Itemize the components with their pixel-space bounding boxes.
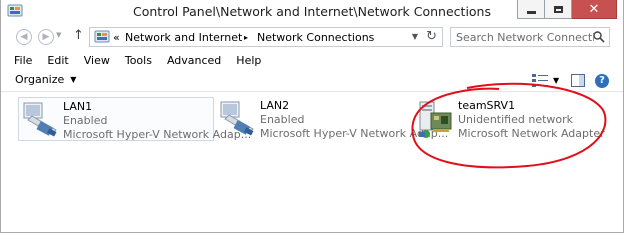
close-icon: ✕ <box>588 1 600 17</box>
forward-button[interactable]: ▶ <box>38 29 54 45</box>
connection-status: Unidentified network <box>458 113 574 126</box>
up-arrow-icon[interactable]: ↑ <box>73 28 84 43</box>
breadcrumb-separator-icon[interactable]: ▸ <box>244 33 248 42</box>
connection-tile-lan1[interactable]: LAN1 Enabled Microsoft Hyper-V Network A… <box>18 97 251 141</box>
content-scroll-gutter <box>609 92 623 232</box>
recent-locations-dropdown-icon[interactable]: ▼ <box>56 31 61 39</box>
organize-label: Organize <box>15 73 65 86</box>
connection-adapter: Microsoft Network Adapter Multi... <box>458 127 623 140</box>
view-options-dropdown-icon[interactable]: ▼ <box>553 76 559 85</box>
preview-pane-icon[interactable] <box>571 74 585 87</box>
command-bar: Organize ▼ ▼ ? <box>1 70 623 92</box>
connection-details: teamSRV1 Unidentified network Microsoft … <box>458 99 623 141</box>
network-adapter-icon <box>23 102 57 137</box>
breadcrumb-overflow[interactable]: « <box>113 31 120 44</box>
control-panel-icon <box>94 30 110 43</box>
maximize-button[interactable] <box>545 0 572 19</box>
back-button[interactable]: ◀ <box>16 29 32 45</box>
caption-buttons: ✕ <box>517 0 617 20</box>
organize-button[interactable]: Organize ▼ <box>15 73 76 86</box>
connections-view: LAN1 Enabled Microsoft Hyper-V Network A… <box>1 92 623 232</box>
refresh-icon[interactable]: ↻ <box>426 29 437 44</box>
maximize-icon <box>553 5 563 13</box>
connection-name: teamSRV1 <box>458 99 516 112</box>
menu-help[interactable]: Help <box>228 52 268 70</box>
menu-advanced[interactable]: Advanced <box>159 52 228 70</box>
address-dropdown-icon[interactable]: ▼ <box>412 32 418 41</box>
menu-file[interactable]: File <box>1 52 39 70</box>
navigation-bar: ◀ ▶ ▼ ↑ « Network and Internet ▸ Network… <box>1 26 623 50</box>
search-box[interactable] <box>450 27 610 47</box>
search-input[interactable] <box>451 28 594 46</box>
network-adapter-icon <box>220 101 254 136</box>
menu-edit[interactable]: Edit <box>39 52 75 70</box>
explorer-window: Control Panel\Network and Internet\Netwo… <box>0 0 624 233</box>
help-icon[interactable]: ? <box>595 74 609 88</box>
menu-bar: File Edit View Tools Advanced Help <box>1 52 623 70</box>
minimize-button[interactable] <box>517 0 545 19</box>
connection-tile-lan2[interactable]: LAN2 Enabled Microsoft Hyper-V Network A… <box>216 97 448 141</box>
menu-tools[interactable]: Tools <box>117 52 159 70</box>
back-arrow-icon: ◀ <box>20 31 28 42</box>
search-icon[interactable] <box>593 31 605 43</box>
change-view-icon[interactable] <box>532 74 548 87</box>
title-bar[interactable]: Control Panel\Network and Internet\Netwo… <box>1 0 623 24</box>
menu-view[interactable]: View <box>76 52 117 70</box>
connection-tile-teamsrv1[interactable]: teamSRV1 Unidentified network Microsoft … <box>414 97 623 141</box>
forward-arrow-icon: ▶ <box>42 31 50 42</box>
close-button[interactable]: ✕ <box>572 0 617 19</box>
breadcrumb-network-and-internet[interactable]: Network and Internet <box>125 31 242 44</box>
minimize-icon <box>526 10 536 14</box>
chevron-down-icon: ▼ <box>70 75 77 84</box>
address-bar[interactable]: « Network and Internet ▸ Network Connect… <box>89 27 443 47</box>
team-adapter-icon <box>419 101 452 138</box>
breadcrumb-network-connections[interactable]: Network Connections <box>257 31 374 44</box>
